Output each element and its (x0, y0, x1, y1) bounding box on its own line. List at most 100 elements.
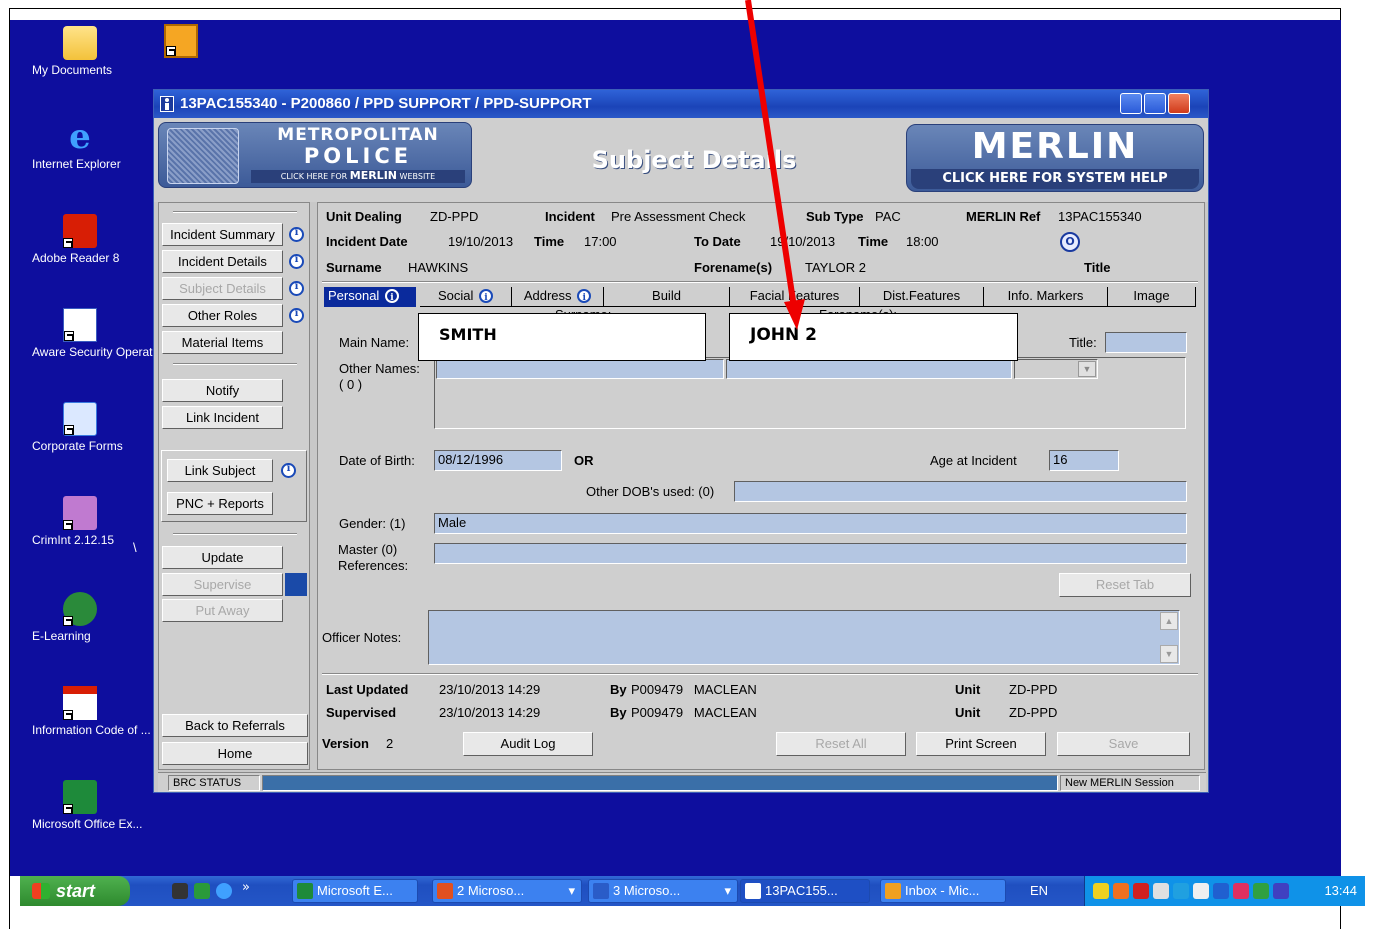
tab-social[interactable]: Social (420, 287, 512, 307)
scroll-down-icon[interactable]: ▼ (1160, 645, 1178, 663)
circle-badge[interactable]: O (1060, 232, 1080, 252)
tray-icon-8[interactable] (1233, 883, 1249, 899)
incident-details-info-icon[interactable] (289, 254, 304, 269)
taskbar-item-word[interactable]: 3 Microso... ▾ (588, 879, 738, 903)
incident-date-value: 19/10/2013 (448, 234, 514, 249)
tab-facial-features[interactable]: Facial Features (730, 287, 860, 307)
desktop-icon-outlook-shortcut[interactable] (133, 24, 229, 61)
tray-icon-5[interactable] (1173, 883, 1189, 899)
tray-icon-2[interactable] (1113, 883, 1129, 899)
link-subject-info-icon[interactable] (281, 463, 296, 478)
home-button[interactable]: Home (162, 742, 308, 765)
stray-backslash: \ (133, 540, 137, 555)
unit-dealing-value: ZD-PPD (430, 209, 479, 224)
internet-explorer-icon: e (69, 117, 91, 157)
tab-personal[interactable]: Personal (324, 287, 416, 307)
frame-top-line (10, 8, 1341, 9)
surname-value: HAWKINS (408, 260, 469, 275)
tab-address[interactable]: Address (512, 287, 604, 307)
quick-launch-ie-icon[interactable] (216, 883, 232, 899)
print-screen-button[interactable]: Print Screen (916, 732, 1046, 756)
desktop-icon-adobe-reader[interactable]: Adobe Reader 8 (32, 214, 128, 265)
address-info-icon (577, 289, 592, 307)
tray-icon-7[interactable] (1213, 883, 1229, 899)
other-dob-field[interactable] (734, 481, 1187, 502)
save-button[interactable]: Save (1057, 732, 1190, 756)
desktop-icon-my-documents[interactable]: My Documents (32, 26, 128, 77)
taskbar-item-merlin[interactable]: 13PAC155... (740, 879, 870, 903)
other-forename-field[interactable] (726, 359, 1012, 379)
other-roles-button[interactable]: Other Roles (162, 304, 283, 327)
supervise-indicator (285, 573, 307, 596)
officer-notes-label: Officer Notes: (322, 630, 402, 645)
taskbar-item-excel[interactable]: Microsoft E... (292, 879, 418, 903)
incident-details-button[interactable]: Incident Details (162, 250, 283, 273)
reset-all-button[interactable]: Reset All (776, 732, 906, 756)
taskbar-item-outlook[interactable]: 2 Microso... ▾ (432, 879, 582, 903)
tray-icon-10[interactable] (1273, 883, 1289, 899)
put-away-button[interactable]: Put Away (162, 599, 283, 622)
language-indicator[interactable]: EN (1030, 876, 1048, 906)
audit-log-button[interactable]: Audit Log (463, 732, 593, 756)
link-incident-button[interactable]: Link Incident (162, 406, 283, 429)
desktop-icon-internet-explorer[interactable]: e Internet Explorer (32, 117, 128, 171)
desktop-icon-e-learning[interactable]: E-Learning (32, 592, 128, 643)
mail-tray-icon[interactable] (1093, 883, 1109, 899)
merlin-ref-label: MERLIN Ref (966, 209, 1041, 224)
incident-summary-button[interactable]: Incident Summary (162, 223, 283, 246)
subject-details-button[interactable]: Subject Details (162, 277, 283, 300)
dob-field[interactable]: 08/12/1996 (434, 450, 562, 471)
tab-dist-features[interactable]: Dist.Features (860, 287, 984, 307)
other-surname-field[interactable] (436, 359, 724, 379)
officer-notes-field[interactable]: ▲ ▼ (428, 610, 1180, 665)
tray-icon-9[interactable] (1253, 883, 1269, 899)
maximize-button[interactable] (1144, 93, 1166, 114)
supervise-button[interactable]: Supervise (162, 573, 283, 596)
back-to-referrals-button[interactable]: Back to Referrals (162, 714, 308, 737)
group-chevron-icon: ▾ (724, 883, 731, 898)
clock: 13:44 (1324, 883, 1357, 898)
subject-details-info-icon[interactable] (289, 281, 304, 296)
material-items-button[interactable]: Material Items (162, 331, 283, 354)
desktop-icon-information-code[interactable]: Information Code of ... (32, 686, 151, 737)
other-title-select[interactable]: ▼ (1014, 359, 1098, 379)
update-button[interactable]: Update (162, 546, 283, 569)
merlin-logo-text: MERLIN (971, 126, 1139, 167)
other-roles-info-icon[interactable] (289, 308, 304, 323)
taskbar-item-inbox[interactable]: Inbox - Mic... (880, 879, 1006, 903)
tray-icon-4[interactable] (1153, 883, 1169, 899)
system-tray: 13:44 (1084, 876, 1365, 906)
tray-icon-3[interactable] (1133, 883, 1149, 899)
pnc-reports-button[interactable]: PNC + Reports (167, 492, 273, 515)
tray-icon-6[interactable] (1193, 883, 1209, 899)
master-references-field[interactable] (434, 543, 1187, 564)
desktop-icon-crimint[interactable]: CrimInt 2.12.15 (32, 496, 128, 547)
met-police-logo-link[interactable]: METROPOLITAN POLICE CLICK HERE FOR MERLI… (158, 122, 472, 188)
incident-summary-info-icon[interactable] (289, 227, 304, 242)
quick-launch-more-chevron[interactable]: » (242, 880, 250, 895)
brc-status: BRC STATUS (168, 775, 260, 791)
link-subject-button[interactable]: Link Subject (167, 459, 273, 482)
scroll-up-icon[interactable]: ▲ (1160, 612, 1178, 630)
last-updated-label: Last Updated (326, 682, 409, 697)
gender-field[interactable]: Male (434, 513, 1187, 534)
desktop-icon-corporate-forms[interactable]: Corporate Forms (32, 402, 128, 453)
close-button[interactable] (1168, 93, 1190, 114)
system-help-text: CLICK HERE FOR SYSTEM HELP (911, 169, 1199, 189)
tab-info-markers[interactable]: Info. Markers (984, 287, 1108, 307)
age-field[interactable]: 16 (1049, 450, 1119, 471)
tab-build[interactable]: Build (604, 287, 730, 307)
window-titlebar[interactable]: 13PAC155340 - P200860 / PPD SUPPORT / PP… (154, 90, 1208, 118)
start-button[interactable]: start (20, 876, 130, 906)
quick-launch-icon-1[interactable] (172, 883, 188, 899)
minimize-button[interactable] (1120, 93, 1142, 114)
title-field[interactable] (1105, 332, 1187, 353)
reset-tab-button[interactable]: Reset Tab (1059, 573, 1191, 597)
desktop-icon-microsoft-excel[interactable]: Microsoft Office Ex... (32, 780, 142, 831)
merlin-help-link[interactable]: MERLIN CLICK HERE FOR SYSTEM HELP (906, 124, 1204, 192)
desktop-icon-aware-security[interactable]: Aware Security Operating Pr... (32, 308, 193, 359)
tab-image[interactable]: Image (1108, 287, 1196, 307)
last-updated-unit-value: ZD-PPD (1009, 682, 1058, 697)
quick-launch-icon-2[interactable] (194, 883, 210, 899)
notify-button[interactable]: Notify (162, 379, 283, 402)
